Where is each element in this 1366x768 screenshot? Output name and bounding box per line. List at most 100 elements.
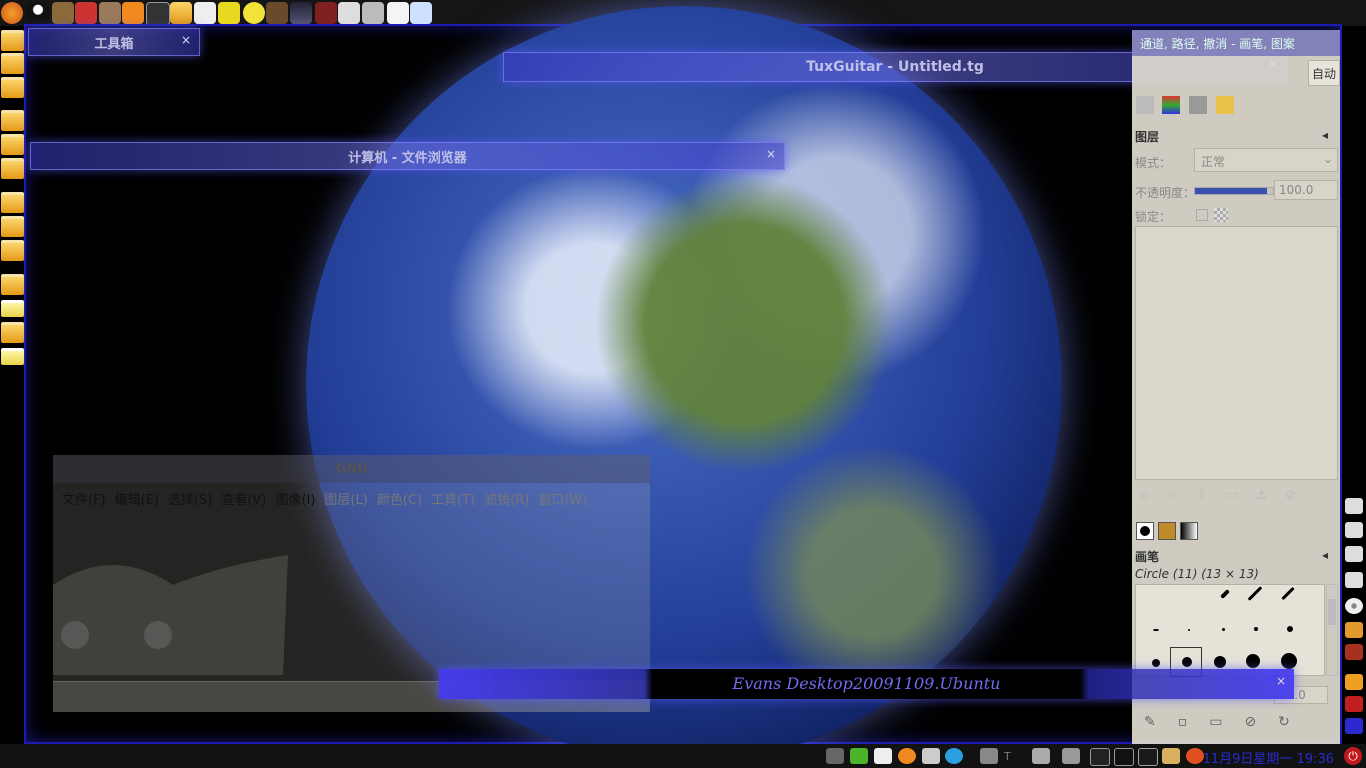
hand-icon[interactable] <box>99 2 121 24</box>
brush-item[interactable] <box>1281 653 1297 669</box>
mode-select[interactable]: 正常 ⌄ <box>1194 148 1338 172</box>
folder-icon[interactable] <box>1 192 24 213</box>
guitar-player-icon[interactable] <box>266 2 288 24</box>
brush-item[interactable] <box>1222 628 1225 631</box>
browser-icon[interactable] <box>945 748 963 764</box>
menu-select[interactable]: 选择(S) <box>168 489 212 508</box>
undo-tab-icon[interactable] <box>1216 96 1234 114</box>
brush-item[interactable] <box>1246 654 1260 668</box>
folder-icon[interactable] <box>1 53 24 74</box>
lock-pixels-checkbox[interactable] <box>1196 209 1208 221</box>
note-folder-icon[interactable] <box>1 300 24 317</box>
pin-icon[interactable] <box>826 748 844 764</box>
notes-icon[interactable] <box>410 2 432 24</box>
menu-filters[interactable]: 滤镜(R) <box>484 489 529 508</box>
channels-tab-icon[interactable] <box>1162 96 1180 114</box>
drive-icon[interactable] <box>1345 498 1363 514</box>
opacity-slider[interactable] <box>1194 187 1274 195</box>
console-icon[interactable] <box>1114 748 1134 766</box>
layers-tab-icon[interactable] <box>1136 96 1154 114</box>
lock-alpha-icon[interactable] <box>1214 208 1228 222</box>
gimp-titlebar[interactable]: GNU <box>53 455 650 483</box>
folder-icon[interactable] <box>1 240 24 261</box>
folder-icon[interactable] <box>1 274 24 295</box>
menu-image[interactable]: 图像(I) <box>275 489 315 508</box>
clock-app-icon[interactable] <box>922 748 940 764</box>
folder-icon[interactable] <box>1 134 24 155</box>
media-icon[interactable] <box>75 2 97 24</box>
menu-edit[interactable]: 编辑(E) <box>115 489 159 508</box>
folder-icon[interactable] <box>1 216 24 237</box>
drive-icon[interactable] <box>1345 572 1363 588</box>
clock[interactable]: 11月9日星期一 19:36 <box>1203 748 1334 767</box>
brush-item[interactable] <box>1247 586 1263 601</box>
app-icon[interactable] <box>1345 696 1363 712</box>
drive-icon[interactable] <box>1345 546 1363 562</box>
night-sky-icon[interactable] <box>290 2 312 24</box>
qq-penguin-icon[interactable] <box>27 2 49 24</box>
brush-item[interactable] <box>1188 629 1190 631</box>
fox-icon[interactable] <box>898 748 916 764</box>
bird-icon[interactable] <box>122 2 144 24</box>
brush-item[interactable] <box>1220 589 1230 599</box>
folder-icon[interactable] <box>1 158 24 179</box>
brush-grid[interactable] <box>1135 584 1325 677</box>
image-viewer-icon[interactable] <box>194 2 216 24</box>
lemon-icon[interactable] <box>243 2 265 24</box>
toolbox-titlebar[interactable]: 工具箱 × <box>28 28 200 56</box>
rabbit-icon[interactable] <box>52 2 74 24</box>
photo-icon[interactable] <box>338 2 360 24</box>
dock-titlebar[interactable]: 通道, 路径, 撤消 - 画笔, 图案 <box>1132 30 1340 56</box>
brush-item[interactable] <box>1153 629 1159 631</box>
app-icon[interactable] <box>1345 674 1363 690</box>
font-icon[interactable] <box>874 748 892 764</box>
system-monitor-icon[interactable] <box>1138 748 1158 766</box>
close-icon[interactable]: × <box>1276 674 1286 688</box>
menu-colors[interactable]: 颜色(C) <box>377 489 422 508</box>
green-app-icon[interactable] <box>850 748 868 764</box>
brush-item[interactable] <box>1254 627 1258 631</box>
close-icon[interactable]: × <box>181 33 191 47</box>
easy-tag-icon[interactable] <box>218 2 240 24</box>
auto-button[interactable]: 自动 <box>1308 60 1340 86</box>
menu-file[interactable]: 文件(F) <box>62 489 106 508</box>
menu-layer[interactable]: 图层(L) <box>324 489 367 508</box>
guitar-icon[interactable] <box>315 2 337 24</box>
volume-icon[interactable] <box>980 748 998 764</box>
cd-icon[interactable] <box>1345 598 1363 614</box>
brush-item[interactable] <box>1182 657 1192 667</box>
terminal-icon[interactable] <box>1090 748 1110 766</box>
file-browser-titlebar[interactable]: 计算机 - 文件浏览器 × <box>30 142 785 170</box>
panel-menu-icon[interactable]: ◂ <box>1322 128 1328 142</box>
home-folder-icon[interactable] <box>1345 622 1363 638</box>
brush-scrollbar[interactable] <box>1326 584 1338 676</box>
paths-tab-icon[interactable] <box>1189 96 1207 114</box>
menu-windows[interactable]: 窗口(W) <box>538 489 587 508</box>
drive-icon[interactable] <box>1345 522 1363 538</box>
edit-icon[interactable] <box>1062 748 1080 764</box>
network-icon[interactable] <box>1032 748 1050 764</box>
panel-menu-icon[interactable]: ◂ <box>1322 548 1328 562</box>
clapper-icon[interactable] <box>146 2 170 26</box>
brush-item[interactable] <box>1287 626 1293 632</box>
power-icon[interactable]: ⏻ <box>1344 747 1362 765</box>
foreground-color-swatch[interactable] <box>1136 522 1154 540</box>
text-editor-icon[interactable] <box>387 2 409 24</box>
ubuntu-icon[interactable] <box>1186 748 1204 764</box>
trash-icon[interactable] <box>1345 644 1363 660</box>
menu-tools[interactable]: 工具(T) <box>431 489 475 508</box>
pattern-swatch[interactable] <box>1158 522 1176 540</box>
brush-item[interactable] <box>1281 586 1295 601</box>
opacity-spinbox[interactable]: 100.0 <box>1274 180 1338 200</box>
folder-icon[interactable] <box>1 77 24 98</box>
folder-icon[interactable] <box>170 2 192 24</box>
gradient-swatch[interactable] <box>1180 522 1198 540</box>
window-icon[interactable] <box>1345 718 1363 734</box>
layers-list[interactable] <box>1135 226 1338 480</box>
package-icon[interactable] <box>1162 748 1180 764</box>
firefox-icon[interactable] <box>1 2 23 24</box>
robot-icon[interactable] <box>362 2 384 24</box>
folder-icon[interactable] <box>1 30 24 51</box>
folder-icon[interactable] <box>1 322 24 343</box>
menu-view[interactable]: 查看(V) <box>221 489 266 508</box>
